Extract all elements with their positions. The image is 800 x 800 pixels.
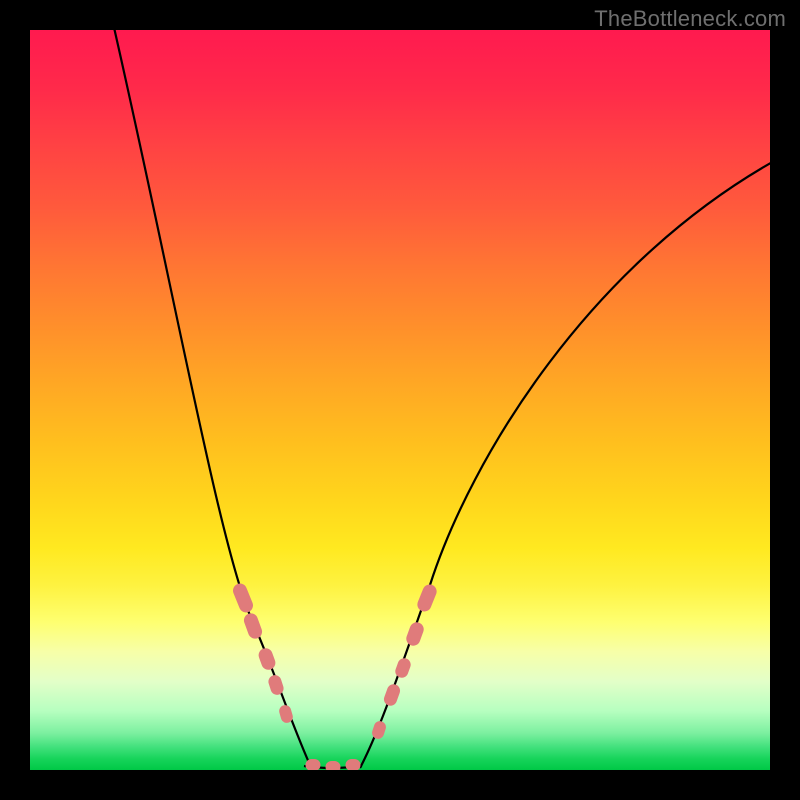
data-marker — [393, 656, 412, 679]
data-marker — [415, 582, 438, 613]
right-curve — [360, 155, 770, 768]
marker-group — [231, 581, 439, 770]
data-marker — [404, 620, 425, 647]
data-marker — [306, 759, 321, 770]
data-marker — [371, 720, 388, 741]
data-marker — [231, 581, 255, 614]
watermark-text: TheBottleneck.com — [594, 6, 786, 32]
data-marker — [267, 673, 286, 696]
data-marker — [326, 761, 341, 770]
data-marker — [242, 611, 264, 640]
data-marker — [346, 759, 361, 770]
chart-frame: TheBottleneck.com — [0, 0, 800, 800]
data-marker — [382, 682, 402, 707]
chart-svg — [30, 30, 770, 770]
data-marker — [257, 646, 278, 671]
plot-area — [30, 30, 770, 770]
curve-group — [110, 30, 770, 768]
left-curve — [110, 30, 310, 765]
